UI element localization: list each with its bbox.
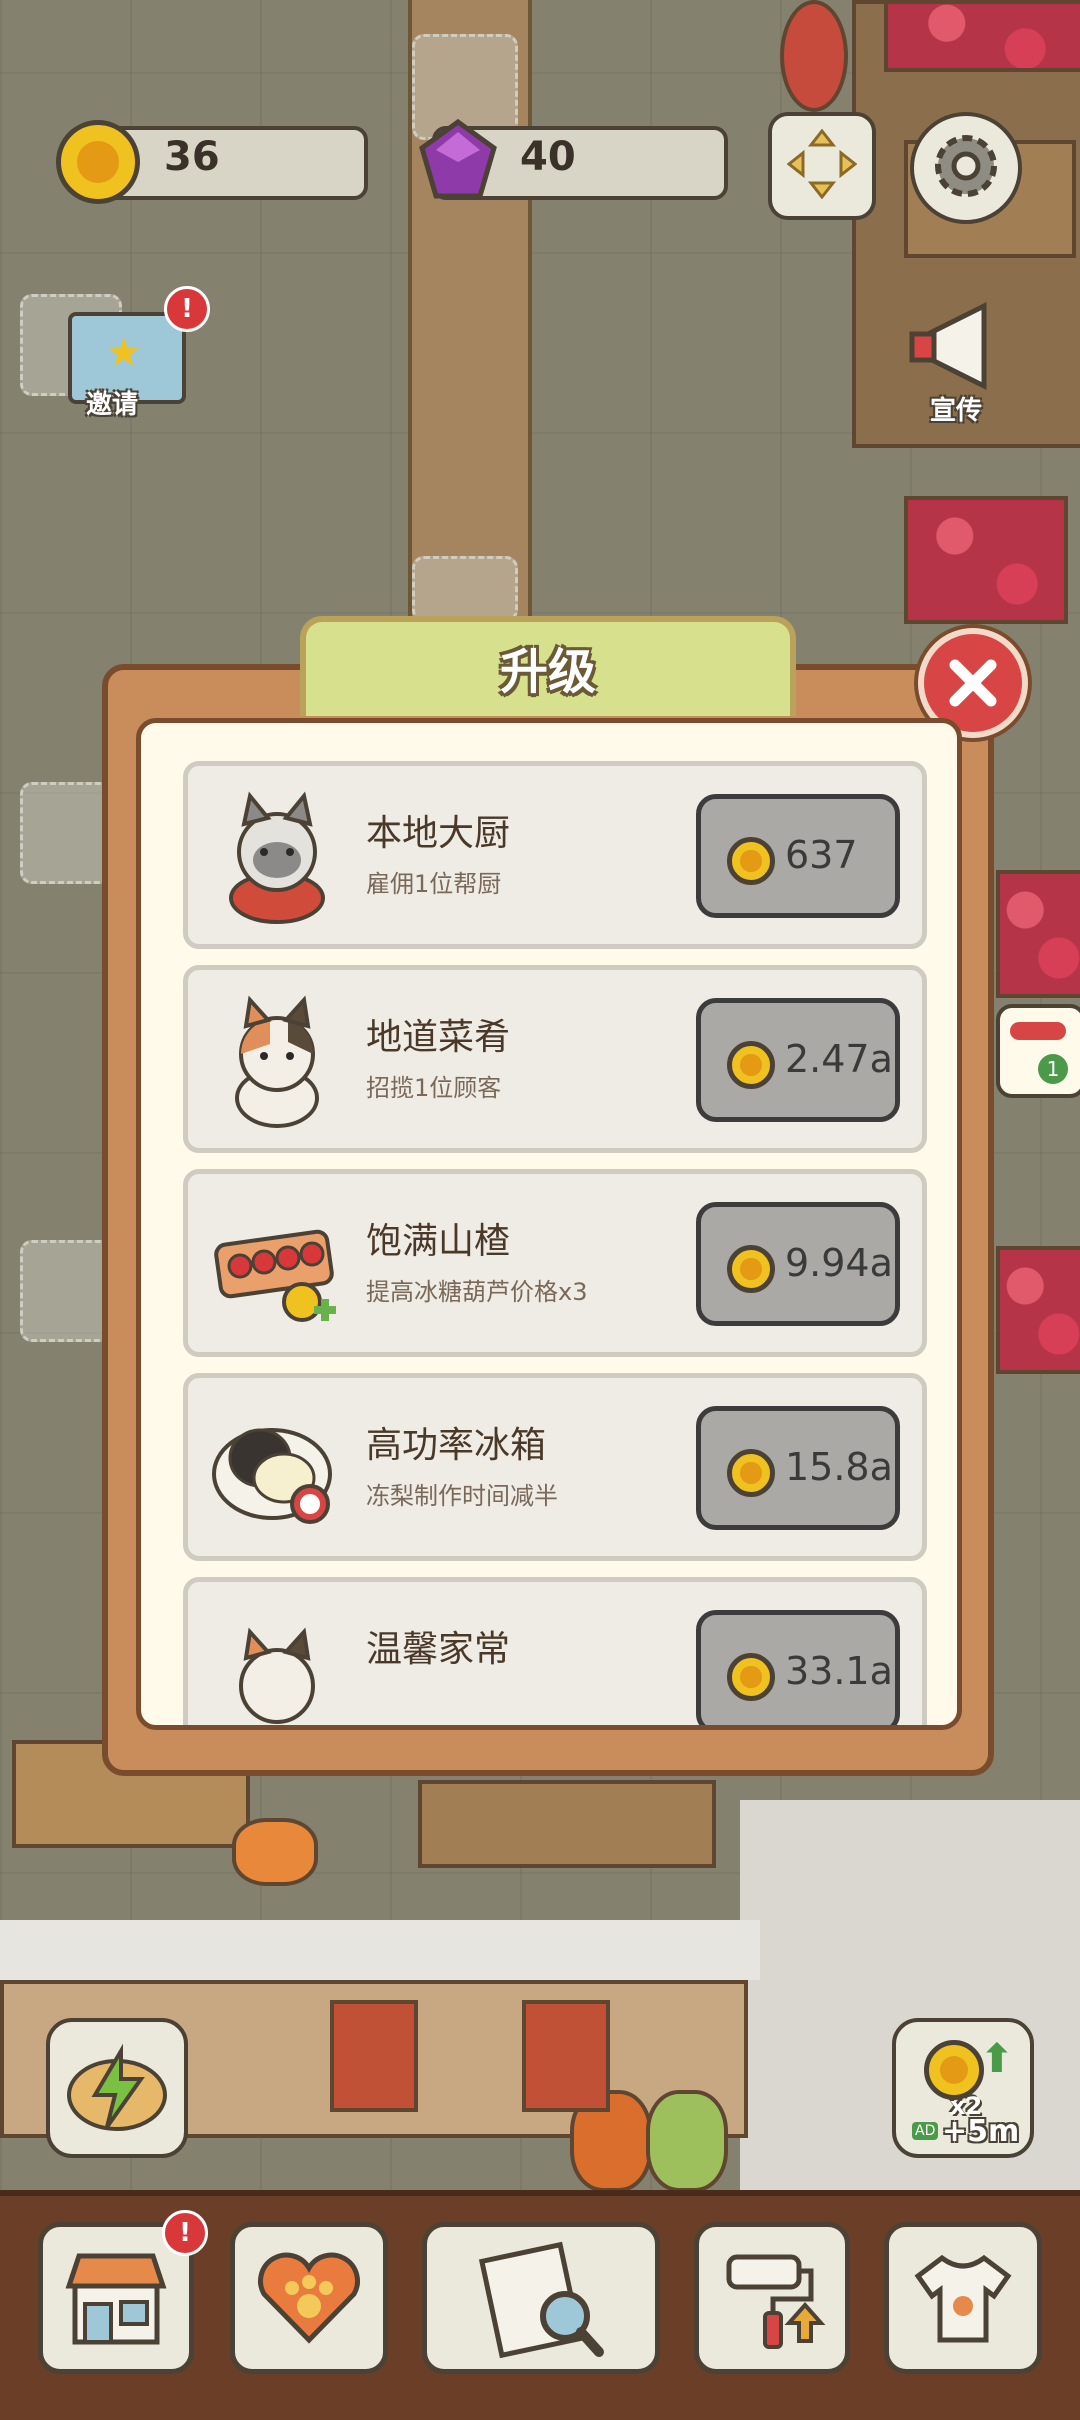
upgrade-title: 本地大厨 — [366, 813, 511, 854]
upgrade-list[interactable]: 本地大厨 雇佣1位帮厨 637 地道菜肴 招揽1位顾客 2.47a 饱满山楂 提… — [136, 718, 962, 1730]
upgrade-desc: 招揽1位顾客 — [366, 1074, 502, 1102]
buy-upgrade-button[interactable]: 15.8a — [696, 1406, 900, 1530]
shop-door — [330, 2000, 418, 2112]
upgrade-card: 高功率冰箱 冻梨制作时间减半 15.8a — [183, 1373, 927, 1561]
table-floral-cloth[interactable] — [996, 1246, 1080, 1374]
lightning-bowl-icon — [67, 2043, 167, 2131]
upgrade-title: 温馨家常 — [366, 1629, 511, 1670]
cat-coin-icon — [727, 1653, 775, 1701]
gem-count: 40 — [520, 134, 576, 180]
upgrade-price: 2.47a — [785, 1037, 893, 1081]
upgrade-price: 15.8a — [785, 1445, 893, 1489]
upgrade-price: 33.1a — [785, 1649, 893, 1693]
upgrade-desc: 雇佣1位帮厨 — [366, 870, 502, 898]
upgrade-title: 高功率冰箱 — [366, 1425, 547, 1466]
energy-food-button[interactable] — [46, 2018, 188, 2158]
calico-cat-icon — [210, 1606, 344, 1725]
upgrade-card: 饱满山楂 提高冰糖葫芦价格x3 9.94a — [183, 1169, 927, 1357]
wooden-counter — [418, 1780, 716, 1868]
promote-button[interactable] — [904, 296, 1016, 396]
order-count-badge: 1 — [1038, 1054, 1068, 1084]
shop-icon — [65, 2253, 167, 2345]
upgrade-card: 温馨家常 33.1a — [183, 1577, 927, 1725]
invite-alert-badge: ! — [164, 286, 210, 332]
nav-newspaper-button[interactable] — [422, 2222, 660, 2374]
cat-coin-icon — [727, 1245, 775, 1293]
arrows-move-icon — [786, 128, 858, 203]
nav-decorate-button[interactable] — [694, 2222, 850, 2374]
heart-paw-icon — [258, 2252, 360, 2344]
table-floral-cloth[interactable] — [904, 496, 1068, 624]
promote-label: 宣传 — [930, 396, 983, 426]
upgrade-price: 9.94a — [785, 1241, 893, 1285]
gear-icon — [928, 128, 1004, 208]
frozen-pear-icon — [210, 1402, 344, 1536]
shop-alert-badge: ! — [162, 2210, 208, 2256]
move-button[interactable] — [768, 112, 876, 220]
cat-coin-icon — [727, 837, 775, 885]
purple-gem-icon — [414, 118, 502, 202]
cat-coin-icon — [56, 120, 140, 204]
buy-upgrade-button[interactable]: 33.1a — [696, 1610, 900, 1725]
empty-slot-tile[interactable] — [412, 556, 518, 622]
cabbage-basket — [646, 2090, 728, 2192]
coin-count: 36 — [164, 134, 220, 180]
dialog-title: 升级 — [499, 644, 596, 700]
close-icon — [949, 659, 997, 707]
double-income-ad-button[interactable]: ⬆ x2 AD +5m — [892, 2018, 1034, 2158]
ad-badge: AD — [912, 2122, 939, 2140]
nav-pets-button[interactable] — [230, 2222, 388, 2374]
buy-upgrade-button[interactable]: 637 — [696, 794, 900, 918]
snowy-roof-ledge — [0, 1920, 760, 1980]
pumpkin-decoration — [232, 1818, 318, 1886]
lantern-decoration — [780, 0, 848, 112]
hawthorn-skewer-icon — [1010, 1022, 1066, 1040]
order-bubble[interactable]: 1 — [996, 1004, 1080, 1098]
cat-coin-icon — [727, 1449, 775, 1497]
hawthorn-skewer-icon — [210, 1198, 344, 1332]
invite-label: 邀请 — [86, 390, 139, 420]
megaphone-icon — [909, 301, 987, 391]
upgrade-card: 地道菜肴 招揽1位顾客 2.47a — [183, 965, 927, 1153]
paint-roller-icon — [726, 2254, 826, 2349]
upgrade-desc: 提高冰糖葫芦价格x3 — [366, 1278, 588, 1306]
upgrade-price: 637 — [785, 833, 858, 877]
shop-door — [522, 2000, 610, 2112]
upgrade-title: 地道菜肴 — [366, 1017, 511, 1058]
cat-coin-icon — [924, 2040, 984, 2100]
boost-duration: +5m — [942, 2114, 1020, 2149]
buy-upgrade-button[interactable]: 2.47a — [696, 998, 900, 1122]
floral-cloth — [884, 0, 1080, 72]
nav-outfit-button[interactable] — [884, 2222, 1042, 2374]
settings-button[interactable] — [910, 112, 1022, 224]
newspaper-search-icon — [478, 2241, 604, 2358]
calico-cat-icon — [210, 994, 344, 1128]
star-envelope-icon: ★ — [106, 330, 142, 376]
upgrade-desc: 冻梨制作时间减半 — [366, 1482, 558, 1510]
table-floral-cloth[interactable] — [996, 870, 1080, 998]
tshirt-icon — [914, 2254, 1012, 2343]
chef-cat-icon — [210, 790, 344, 924]
upgrade-title: 饱满山楂 — [366, 1221, 511, 1262]
upgrade-card: 本地大厨 雇佣1位帮厨 637 — [183, 761, 927, 949]
cat-coin-icon — [727, 1041, 775, 1089]
buy-upgrade-button[interactable]: 9.94a — [696, 1202, 900, 1326]
arrow-up-icon: ⬆ — [980, 2036, 1014, 2082]
